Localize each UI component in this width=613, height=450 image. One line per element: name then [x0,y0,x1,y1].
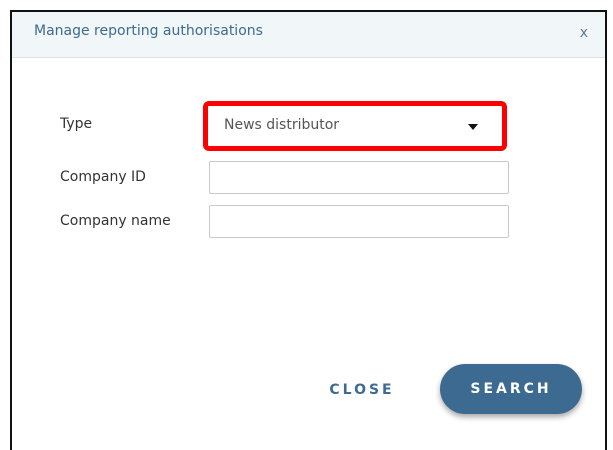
company-id-input[interactable] [209,161,509,194]
company-name-label: Company name [60,213,171,229]
reporting-authorisations-dialog: Manage reporting authorisations x Type N… [10,10,607,450]
close-icon[interactable]: x [580,25,588,41]
close-button[interactable]: CLOSE [312,378,412,402]
type-label: Type [60,116,93,132]
company-id-label: Company ID [60,169,146,185]
company-name-input[interactable] [209,205,509,238]
type-select-value: News distributor [224,117,340,133]
search-button[interactable]: SEARCH [440,364,582,414]
caret-down-icon [468,124,478,130]
type-select[interactable]: News distributor [210,108,500,144]
dialog-header: Manage reporting authorisations x [12,12,605,58]
dialog-title: Manage reporting authorisations [34,23,263,39]
